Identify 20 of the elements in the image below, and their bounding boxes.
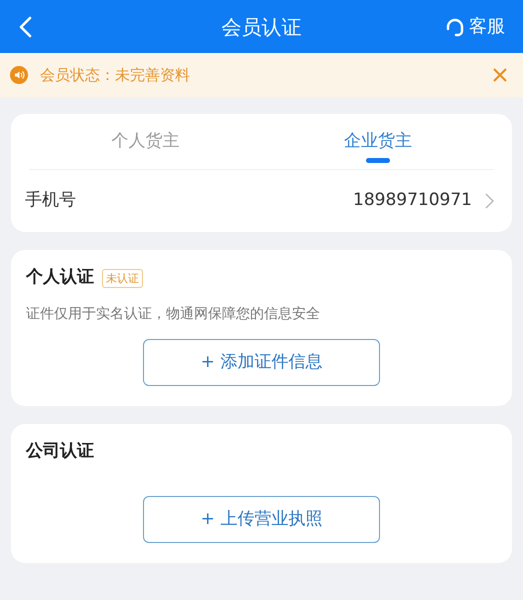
speaker-icon xyxy=(10,66,28,84)
customer-service-button[interactable]: 客服 xyxy=(445,13,505,40)
close-button[interactable] xyxy=(493,68,507,82)
section-title: 公司认证 xyxy=(26,440,94,464)
chevron-right-icon xyxy=(485,193,494,209)
notice-text: 会员状态：未完善资料 xyxy=(40,64,190,86)
add-button[interactable]: + 添加证件信息 xyxy=(143,339,380,386)
tab-indicator xyxy=(366,158,390,163)
section-title: 个人认证 xyxy=(26,266,94,290)
page-title: 会员认证 xyxy=(222,14,302,40)
section-description: 证件仅用于实名认证，物通网保障您的信息安全 xyxy=(26,305,321,324)
tab[interactable]: 个人货主 xyxy=(29,114,262,169)
status-badge: 未认证 xyxy=(102,268,143,288)
close-icon xyxy=(493,68,507,82)
back-icon xyxy=(18,16,32,38)
add-button[interactable]: + 上传营业执照 xyxy=(143,496,380,543)
headset-icon xyxy=(445,16,465,36)
phone-number: 18989710971 xyxy=(353,189,472,212)
phone-label: 手机号 xyxy=(25,189,76,212)
tab[interactable]: 企业货主 xyxy=(262,114,494,169)
